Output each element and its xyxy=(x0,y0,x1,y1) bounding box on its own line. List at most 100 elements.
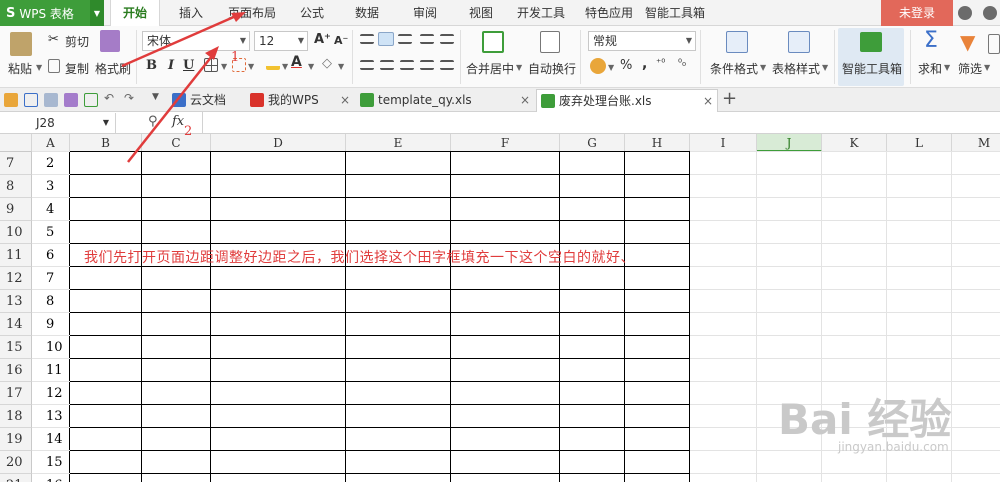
column-header-i[interactable]: I xyxy=(690,134,757,152)
save-icon[interactable] xyxy=(24,93,38,107)
cell-a[interactable]: 12 xyxy=(32,382,70,405)
row-header[interactable]: 15 xyxy=(0,336,32,359)
align-left-icon[interactable] xyxy=(360,60,374,70)
thousands-button[interactable]: , xyxy=(642,56,647,72)
table-style-button[interactable]: 表格样式 xyxy=(772,60,820,77)
cell-a[interactable]: 8 xyxy=(32,290,70,313)
copy-button[interactable]: 复制 xyxy=(65,60,89,77)
print-preview-icon[interactable] xyxy=(44,93,58,107)
close-tab-icon[interactable]: × xyxy=(520,89,530,111)
preview-icon[interactable] xyxy=(84,93,98,107)
row-header[interactable]: 7 xyxy=(0,152,32,175)
menu-tab-9[interactable]: 智能工具箱 xyxy=(642,0,708,26)
skin-icon[interactable] xyxy=(958,6,972,20)
column-header-j[interactable]: J xyxy=(757,134,822,152)
filter-icon[interactable]: ▼ xyxy=(960,30,975,54)
paste-icon[interactable] xyxy=(10,32,32,56)
menu-tab-3[interactable]: 公式 xyxy=(290,0,334,26)
font-size-select[interactable]: 12 ▼ xyxy=(254,31,308,51)
merge-center-button[interactable]: 合并居中 xyxy=(466,60,514,77)
zoom-icon[interactable]: ⚲ xyxy=(148,114,158,129)
menu-tab-2[interactable]: 页面布局 xyxy=(222,0,282,26)
filter-button[interactable]: 筛选 xyxy=(958,60,982,77)
indent-increase-icon[interactable] xyxy=(440,34,454,44)
increase-font-icon[interactable]: A⁺ xyxy=(314,32,331,47)
menu-tab-5[interactable]: 审阅 xyxy=(400,0,450,26)
align-bottom-icon[interactable] xyxy=(398,34,412,44)
number-format-select[interactable]: 常规 ▼ xyxy=(588,31,696,51)
doc-tab-0[interactable]: 云文档 xyxy=(168,89,244,112)
menu-tab-1[interactable]: 插入 xyxy=(168,0,214,26)
open-icon[interactable] xyxy=(4,93,18,107)
column-header-g[interactable]: G xyxy=(560,134,625,152)
row-header[interactable]: 16 xyxy=(0,359,32,382)
cell-a[interactable]: 5 xyxy=(32,221,70,244)
currency-icon[interactable] xyxy=(590,58,606,74)
align-right-icon[interactable] xyxy=(400,60,414,70)
cell-a[interactable]: 16 xyxy=(32,474,70,482)
quick-access-dropdown-icon[interactable]: ▼ xyxy=(152,92,159,102)
cell-a[interactable]: 3 xyxy=(32,175,70,198)
cell-a[interactable]: 7 xyxy=(32,267,70,290)
name-box[interactable]: J28 ▼ xyxy=(0,113,116,133)
column-header-l[interactable]: L xyxy=(887,134,952,152)
menu-tab-4[interactable]: 数据 xyxy=(342,0,392,26)
decrease-decimal-icon[interactable]: ⁰₀ xyxy=(678,58,686,69)
row-header[interactable]: 17 xyxy=(0,382,32,405)
row-header[interactable]: 21 xyxy=(0,474,32,482)
bold-button[interactable]: B xyxy=(146,58,157,73)
close-tab-icon[interactable]: × xyxy=(340,89,350,111)
close-tab-icon[interactable]: × xyxy=(703,90,713,112)
fill-color-icon[interactable] xyxy=(266,56,280,70)
column-header-h[interactable]: H xyxy=(625,134,690,152)
select-all-corner[interactable] xyxy=(0,134,32,152)
redo-icon[interactable]: ↷ xyxy=(124,91,134,105)
login-button[interactable]: 未登录 xyxy=(881,0,953,26)
cell-a[interactable]: 10 xyxy=(32,336,70,359)
row-header[interactable]: 12 xyxy=(0,267,32,290)
cell-a[interactable]: 14 xyxy=(32,428,70,451)
row-header[interactable]: 19 xyxy=(0,428,32,451)
border-grid-icon[interactable] xyxy=(204,58,218,72)
font-color-button[interactable]: A xyxy=(291,54,302,70)
align-center-icon[interactable] xyxy=(380,60,394,70)
row-header[interactable]: 18 xyxy=(0,405,32,428)
format-painter-icon[interactable] xyxy=(100,30,120,52)
column-header-m[interactable]: M xyxy=(952,134,1000,152)
sum-button[interactable]: 求和 xyxy=(918,60,942,77)
function-icon[interactable]: fx xyxy=(172,114,184,129)
align-middle-icon[interactable] xyxy=(378,32,394,46)
conditional-format-button[interactable]: 条件格式 xyxy=(710,60,758,77)
copy-icon[interactable] xyxy=(48,59,60,73)
toolbox-icon[interactable] xyxy=(860,32,882,52)
underline-button[interactable]: U xyxy=(183,58,194,73)
indent-decrease-icon[interactable] xyxy=(420,34,434,44)
cell-a[interactable]: 15 xyxy=(32,451,70,474)
percent-button[interactable]: % xyxy=(620,58,632,73)
doc-tab-2[interactable]: template_qy.xls × xyxy=(356,89,534,112)
undo-icon[interactable]: ↶ xyxy=(104,91,114,105)
row-header[interactable]: 9 xyxy=(0,198,32,221)
font-name-select[interactable]: 宋体 ▼ xyxy=(142,31,250,51)
decrease-font-icon[interactable]: A⁻ xyxy=(334,34,348,47)
distributed-icon[interactable] xyxy=(440,60,454,70)
row-header[interactable]: 8 xyxy=(0,175,32,198)
menu-tab-6[interactable]: 视图 xyxy=(458,0,504,26)
cell-a[interactable]: 4 xyxy=(32,198,70,221)
row-header[interactable]: 14 xyxy=(0,313,32,336)
table-style-icon[interactable] xyxy=(788,31,810,53)
sort-icon[interactable] xyxy=(988,34,1000,54)
column-header-a[interactable]: A xyxy=(32,134,70,152)
smart-toolbox-button[interactable]: 智能工具箱 xyxy=(842,60,902,77)
cell-a[interactable]: 2 xyxy=(32,152,70,175)
column-header-b[interactable]: B xyxy=(70,134,142,152)
italic-button[interactable]: I xyxy=(168,58,174,73)
column-header-d[interactable]: D xyxy=(211,134,346,152)
doc-tab-3[interactable]: 废弃处理台账.xls × xyxy=(536,89,718,112)
cell-a[interactable]: 11 xyxy=(32,359,70,382)
column-header-c[interactable]: C xyxy=(142,134,211,152)
column-header-e[interactable]: E xyxy=(346,134,451,152)
format-painter-button[interactable]: 格式刷 xyxy=(95,60,131,77)
cut-icon[interactable]: ✂ xyxy=(48,32,59,47)
row-header[interactable]: 20 xyxy=(0,451,32,474)
